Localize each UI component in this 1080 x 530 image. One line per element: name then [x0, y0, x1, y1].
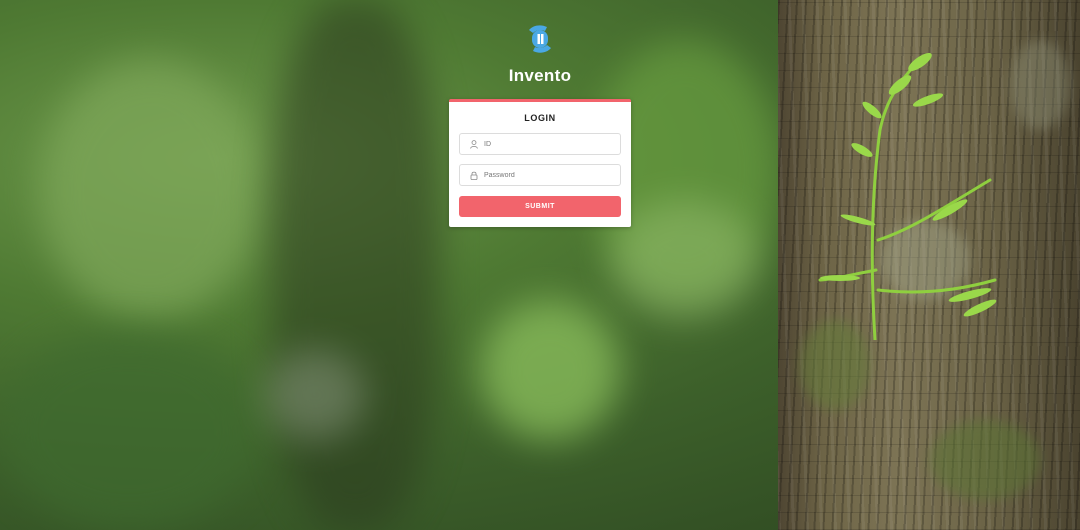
invento-logo-icon — [529, 25, 551, 53]
brand-name: Invento — [508, 66, 572, 85]
password-field[interactable] — [459, 164, 621, 186]
submit-button[interactable]: SUBMIT — [459, 196, 621, 217]
brand-header: Invento — [440, 22, 640, 86]
login-card: LOGIN SUBMIT — [449, 99, 631, 227]
lichen-patch — [1010, 40, 1070, 130]
moss-patch — [930, 420, 1040, 500]
sprout-plant-icon — [818, 52, 997, 340]
bokeh-blob — [480, 300, 620, 440]
lock-icon — [470, 171, 478, 180]
bokeh-blob — [40, 60, 260, 320]
id-input[interactable] — [484, 140, 604, 148]
user-icon — [470, 139, 478, 149]
bokeh-blob — [265, 350, 365, 440]
bokeh-blob — [610, 200, 760, 320]
bokeh-blob — [0, 330, 260, 530]
password-input[interactable] — [484, 171, 604, 179]
blurred-tree-trunk — [270, 0, 440, 530]
login-title: LOGIN — [524, 113, 556, 123]
id-field[interactable] — [459, 133, 621, 155]
